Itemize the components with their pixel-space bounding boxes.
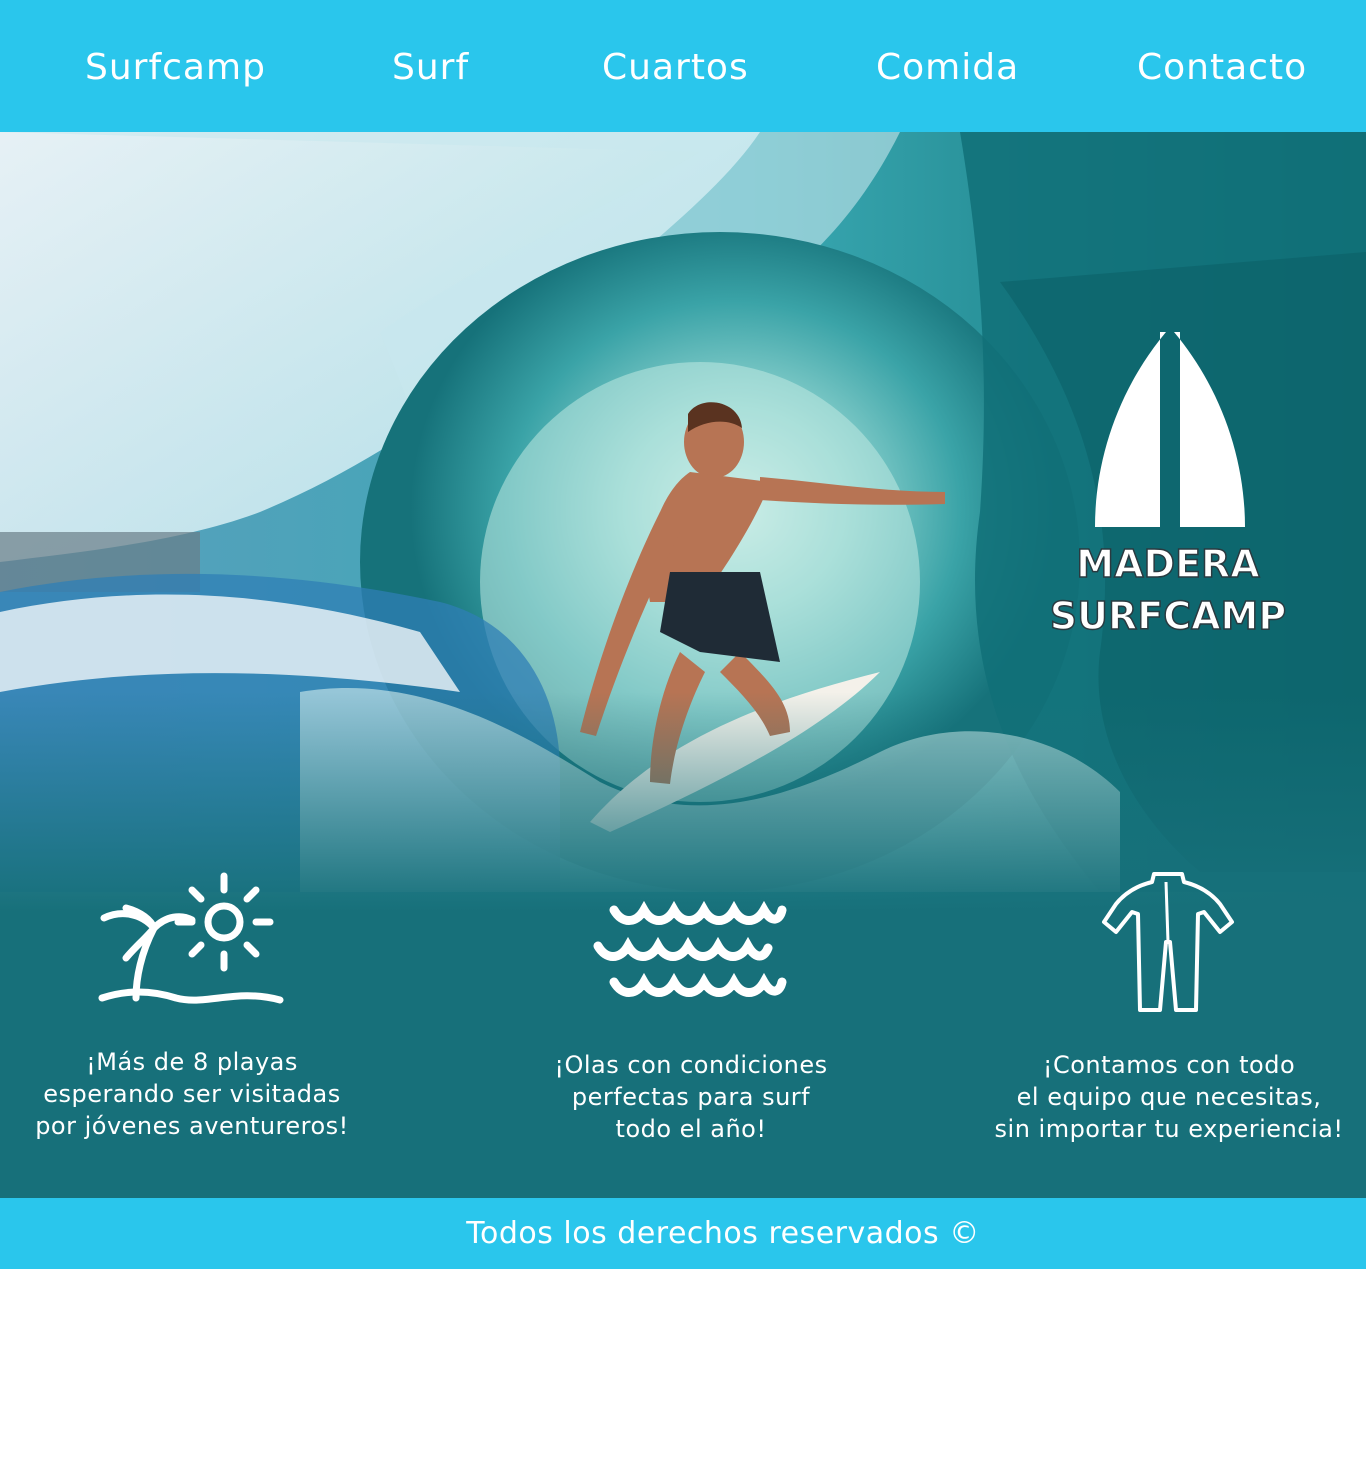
nav-link-surf[interactable]: Surf — [392, 44, 469, 92]
nav-link-surfcamp[interactable]: Surfcamp — [85, 44, 266, 92]
nav-link-contacto[interactable]: Contacto — [1137, 44, 1307, 92]
madera-surfcamp-logo: MADERA SURFCAMP — [1049, 332, 1287, 639]
feature-beaches-text: ¡Más de 8 playas esperando ser visitadas… — [35, 1048, 349, 1140]
hero-surf-photo — [0, 132, 1366, 1198]
palm-beach-sun-icon — [98, 872, 284, 1004]
copyright-text: Todos los derechos reservados © — [466, 1216, 980, 1251]
nav-link-cuartos[interactable]: Cuartos — [602, 44, 749, 92]
logo-line-2: SURFCAMP — [1050, 594, 1286, 638]
logo-line-1: MADERA — [1076, 542, 1260, 586]
feature-waves-text: ¡Olas con condiciones perfectas para sur… — [554, 1051, 828, 1143]
top-navigation: Surfcamp Surf Cuartos Comida Contacto — [0, 0, 1366, 132]
surfboard-icon — [1095, 332, 1245, 527]
nav-link-comida[interactable]: Comida — [876, 44, 1019, 92]
waves-icon — [593, 900, 787, 997]
footer: Todos los derechos reservados © — [0, 1198, 1366, 1269]
hero-section: MADERA SURFCAMP ¡Más de 8 playas esperan… — [0, 132, 1366, 1198]
wetsuit-icon — [1102, 872, 1234, 1012]
feature-equipment-text: ¡Contamos con todo el equipo que necesit… — [994, 1051, 1344, 1143]
